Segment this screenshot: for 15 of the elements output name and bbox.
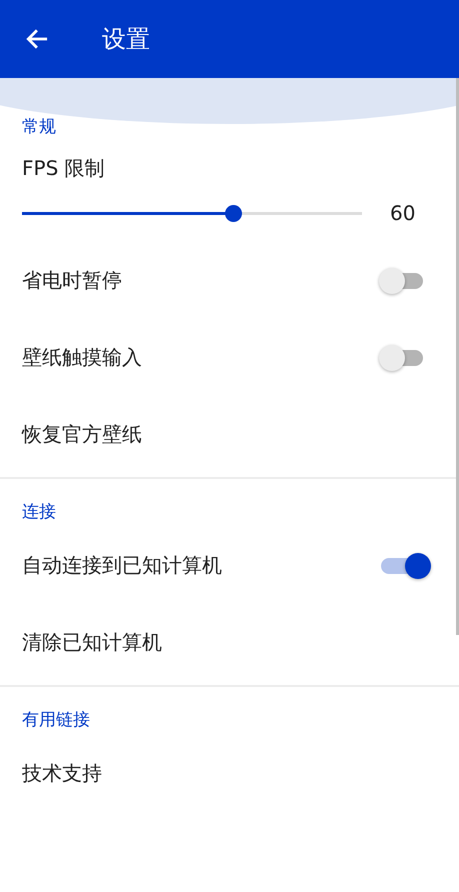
slider-value: 60 bbox=[390, 201, 416, 225]
section-header: 有用链接 bbox=[21, 709, 91, 732]
setting-label: 自动连接到已知计算机 bbox=[22, 552, 222, 579]
setting-item[interactable]: 技术支持 bbox=[22, 760, 102, 787]
section-header: 连接 bbox=[21, 501, 57, 524]
toggle-switch[interactable] bbox=[379, 268, 423, 294]
setting-label: FPS 限制 bbox=[22, 155, 105, 182]
setting-item[interactable]: 恢复官方壁纸 bbox=[22, 421, 142, 448]
section-header: 常规 bbox=[21, 116, 57, 139]
setting-label: 省电时暂停 bbox=[22, 267, 122, 294]
screen-title: 设置 bbox=[102, 24, 150, 55]
toggle-switch[interactable] bbox=[381, 552, 431, 578]
setting-label: 壁纸触摸输入 bbox=[22, 344, 142, 371]
toggle-switch[interactable] bbox=[379, 344, 423, 370]
setting-item[interactable]: 清除已知计算机 bbox=[22, 629, 162, 656]
